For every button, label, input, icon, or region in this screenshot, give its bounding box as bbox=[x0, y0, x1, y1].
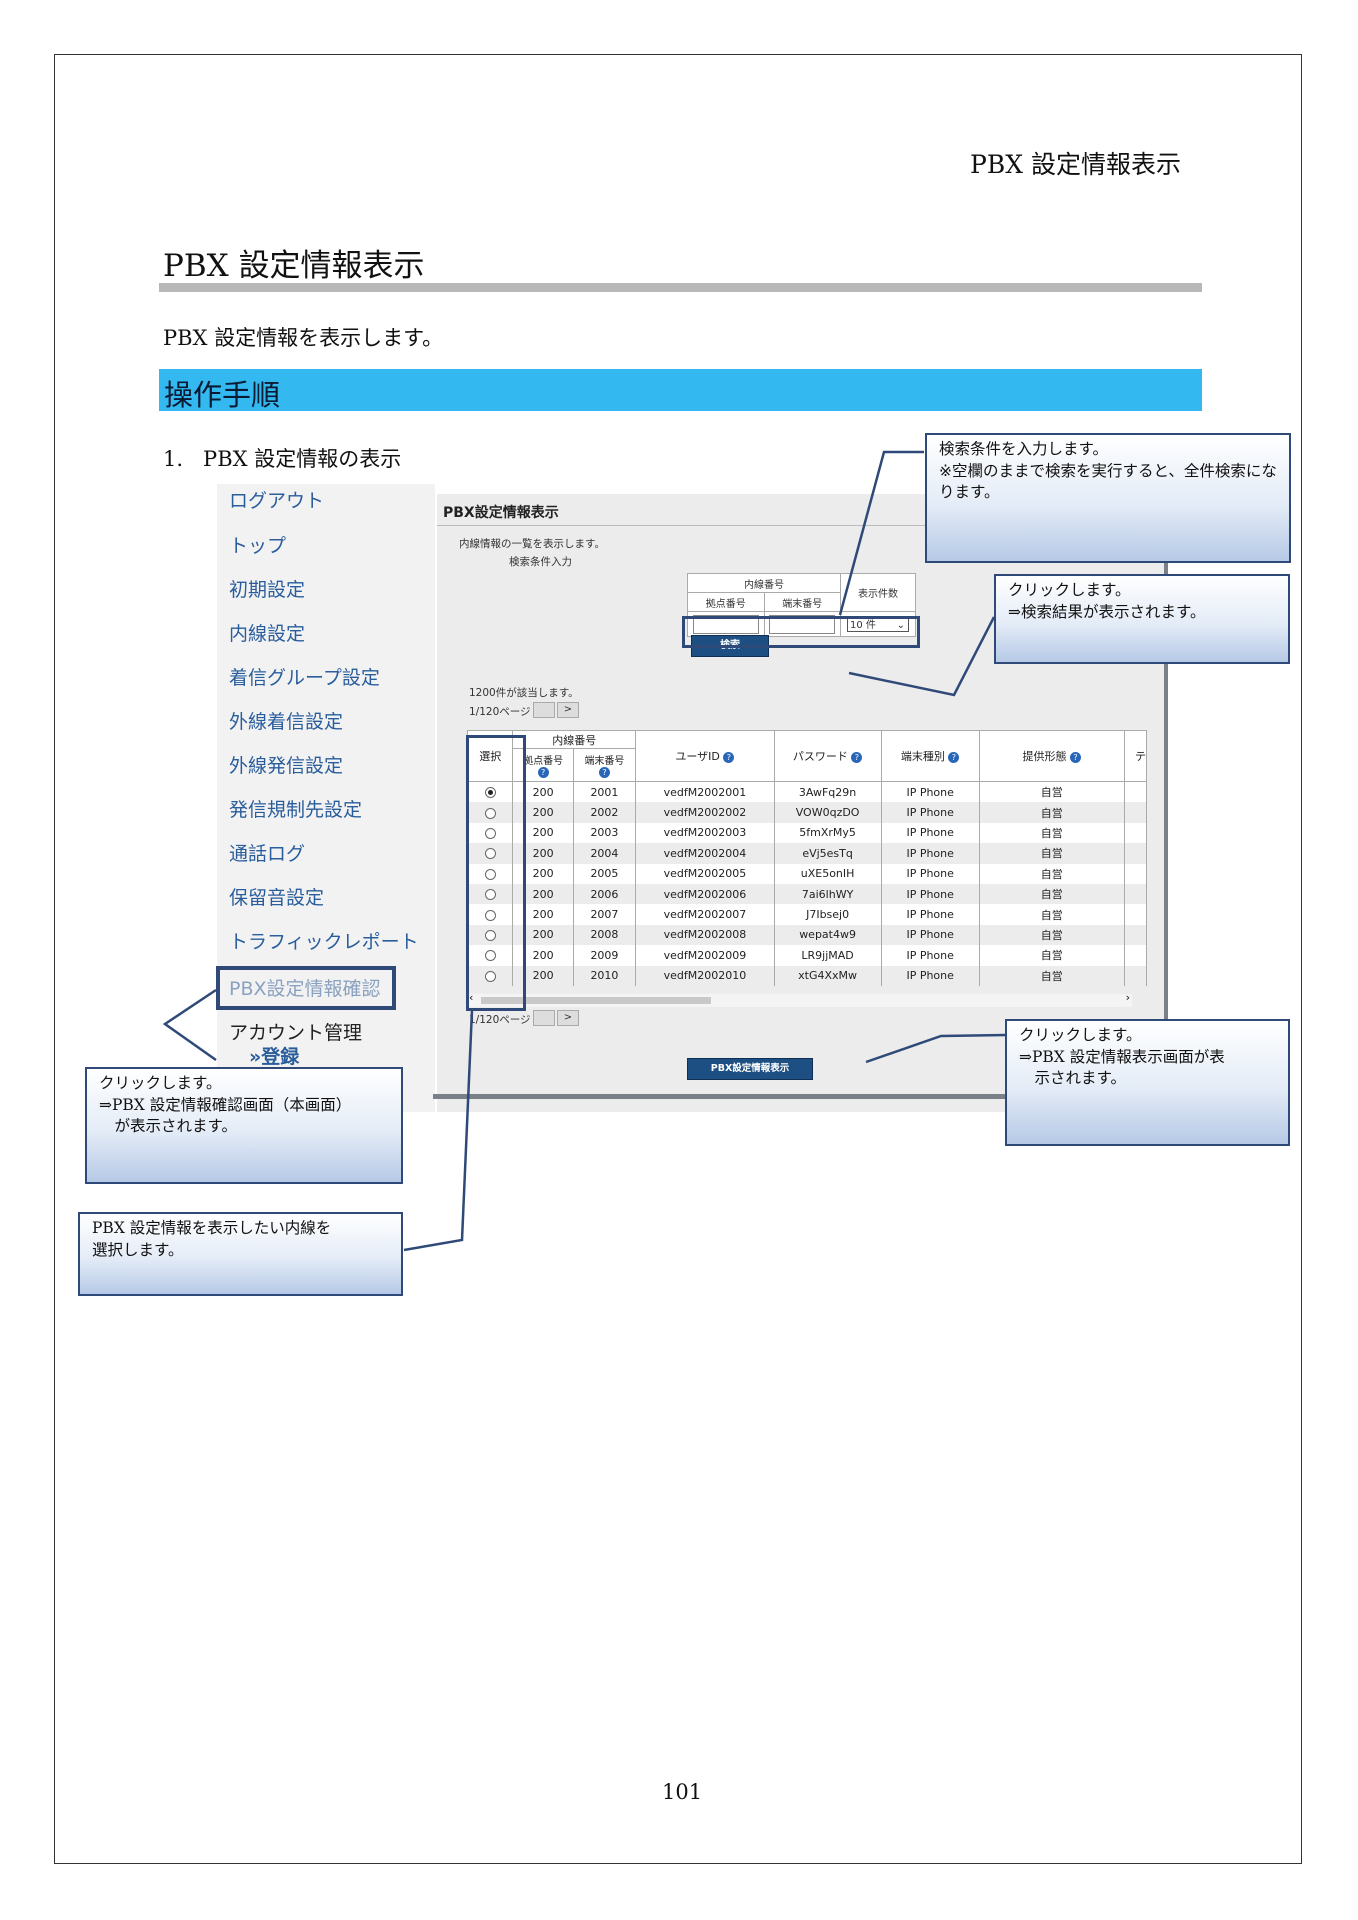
callout-menu-click: クリックします。 ⇒PBX 設定情報確認画面（本画面） が表示されます。 bbox=[85, 1067, 403, 1184]
leader-search-click bbox=[848, 616, 996, 697]
leader-menu-click bbox=[162, 988, 217, 1062]
leader-display-click bbox=[865, 1033, 1007, 1064]
callout-display-click: クリックします。 ⇒PBX 設定情報表示画面が表 示されます。 bbox=[1005, 1019, 1290, 1146]
callout-search-condition: 検索条件を入力します。 ※空欄のままで検索を実行すると、全件検索になります。 bbox=[925, 433, 1291, 563]
callout-search-click: クリックします。 ⇒検索結果が表示されます。 bbox=[994, 574, 1290, 664]
leader-lines bbox=[162, 450, 1007, 1252]
leader-search-condition bbox=[838, 450, 924, 616]
callout-select-line: PBX 設定情報を表示したい内線を 選択します。 bbox=[78, 1212, 403, 1296]
page-number: 101 bbox=[662, 1780, 703, 1804]
leader-select-line bbox=[403, 1009, 474, 1252]
